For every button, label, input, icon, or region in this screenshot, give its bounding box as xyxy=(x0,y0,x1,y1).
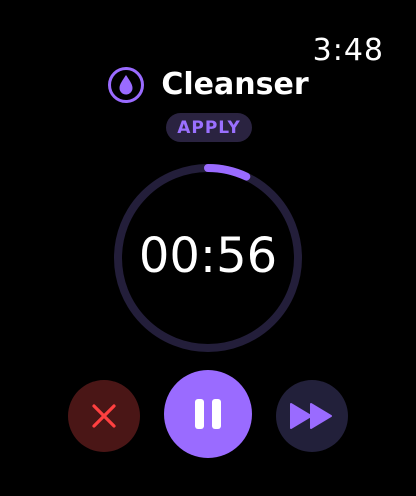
step-header: Cleanser xyxy=(0,66,416,104)
x-icon xyxy=(92,404,116,428)
water-drop-icon xyxy=(107,66,145,104)
step-phase-badge: APPLY xyxy=(166,113,252,142)
timer-display: 00:56 xyxy=(138,228,278,284)
pause-button[interactable] xyxy=(164,370,252,458)
cancel-button[interactable] xyxy=(68,380,140,452)
step-title: Cleanser xyxy=(161,67,309,102)
pause-icon xyxy=(195,399,221,429)
status-clock: 3:48 xyxy=(312,33,384,68)
skip-button[interactable] xyxy=(276,380,348,452)
fast-forward-icon xyxy=(290,403,332,429)
